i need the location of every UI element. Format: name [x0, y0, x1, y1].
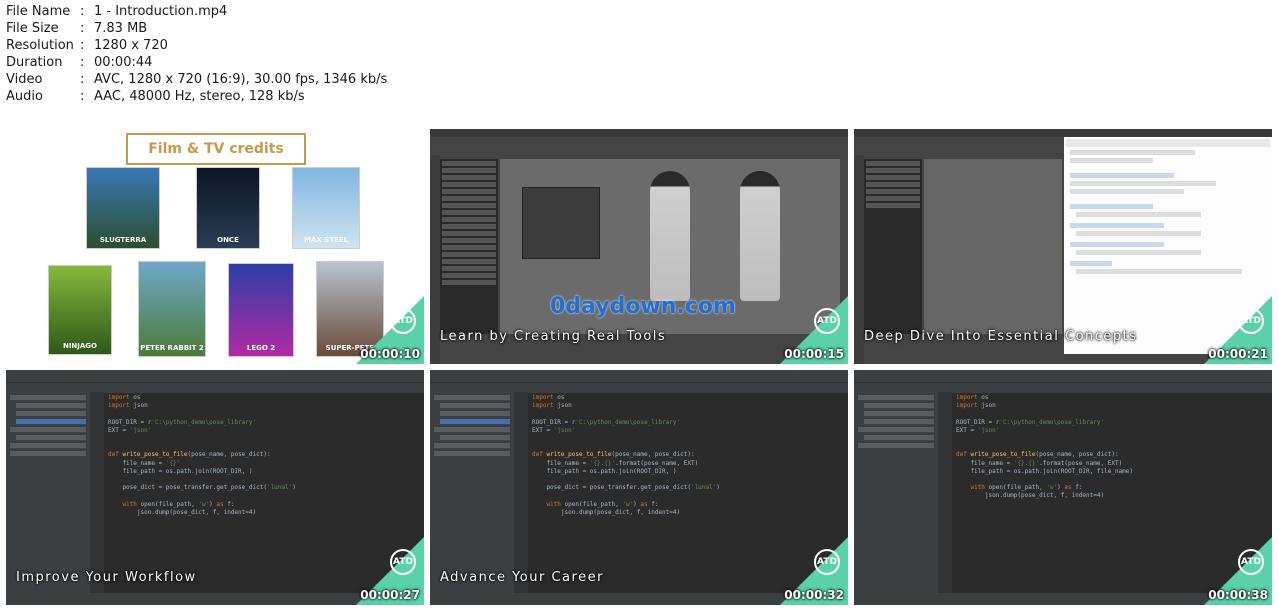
atd-logo-icon: ATD [814, 308, 840, 334]
poster: LEGO 2 [228, 263, 294, 357]
thumbnail-1[interactable]: Film & TV credits SLUGTERRA ONCE MAX STE… [6, 129, 424, 364]
atd-logo-icon: ATD [390, 549, 416, 575]
timestamp: 00:00:38 [1208, 588, 1268, 602]
maya-menubar [430, 129, 848, 137]
thumbnail-5[interactable]: import os import json ROOT_DIR = r'C:\py… [430, 370, 848, 605]
poster: MAX STEEL [292, 167, 360, 249]
maya-toolbox [854, 155, 864, 364]
file-info: File Name:1 - Introduction.mp4 File Size… [6, 3, 387, 105]
poster: SLUGTERRA [86, 167, 160, 249]
character-model [650, 171, 690, 301]
ide-project-tree [854, 392, 938, 593]
poster: ONCE [196, 167, 260, 249]
watermark: 0daydown.com [550, 294, 736, 319]
maya-viewport [924, 159, 1062, 334]
caption: Advance Your Career [440, 570, 604, 585]
poster: PETER RABBIT 2 [138, 261, 206, 357]
ide-project-tree [430, 392, 514, 593]
thumbnail-6[interactable]: import os import json ROOT_DIR = r'C:\py… [854, 370, 1272, 605]
info-row-resolution: Resolution:1280 x 720 [6, 38, 168, 53]
ide-menubar [854, 370, 1272, 382]
info-row-video: Video: AVC, 1280 x 720 (16:9), 30.00 fps,… [6, 72, 388, 87]
caption: Improve Your Workflow [16, 570, 197, 585]
atd-logo-icon: ATD [1238, 549, 1264, 575]
thumbnail-2[interactable]: 0daydown.com Learn by Creating Real Tool… [430, 129, 848, 364]
timestamp: 00:00:32 [784, 588, 844, 602]
caption: Deep Dive Into Essential Concepts [864, 329, 1138, 344]
caption: Learn by Creating Real Tools [440, 329, 667, 344]
thumbnail-4[interactable]: import os import json ROOT_DIR = r'C:\py… [6, 370, 424, 605]
ide-menubar [430, 370, 848, 382]
info-row-file-name: File Name:1 - Introduction.mp4 [6, 4, 228, 19]
ide-gutter [90, 392, 104, 593]
info-row-duration: Duration:00:00:44 [6, 55, 153, 70]
poster: NINJAGO [48, 265, 112, 355]
character-model [740, 171, 780, 301]
maya-outliner [440, 159, 498, 334]
ide-gutter [938, 392, 952, 593]
info-row-audio: Audio: AAC, 48000 Hz, stereo, 128 kb/s [6, 89, 305, 104]
atd-logo-icon: ATD [390, 308, 416, 334]
timestamp: 00:00:27 [360, 588, 420, 602]
timestamp: 00:00:15 [784, 347, 844, 361]
ide-project-tree [6, 392, 90, 593]
maya-outliner [864, 159, 922, 334]
thumbnail-3[interactable]: Deep Dive Into Essential Concepts ATD 00… [854, 129, 1272, 364]
timestamp: 00:00:21 [1208, 347, 1268, 361]
maya-toolbox [430, 155, 440, 364]
pose-library-window [522, 187, 600, 259]
maya-menubar [854, 129, 1272, 137]
atd-logo-icon: ATD [1238, 308, 1264, 334]
info-row-file-size: File Size:7.83 MB [6, 21, 148, 36]
timestamp: 00:00:10 [360, 347, 420, 361]
atd-logo-icon: ATD [814, 549, 840, 575]
ide-menubar [6, 370, 424, 382]
ide-gutter [514, 392, 528, 593]
film-credits-title: Film & TV credits [126, 133, 306, 165]
